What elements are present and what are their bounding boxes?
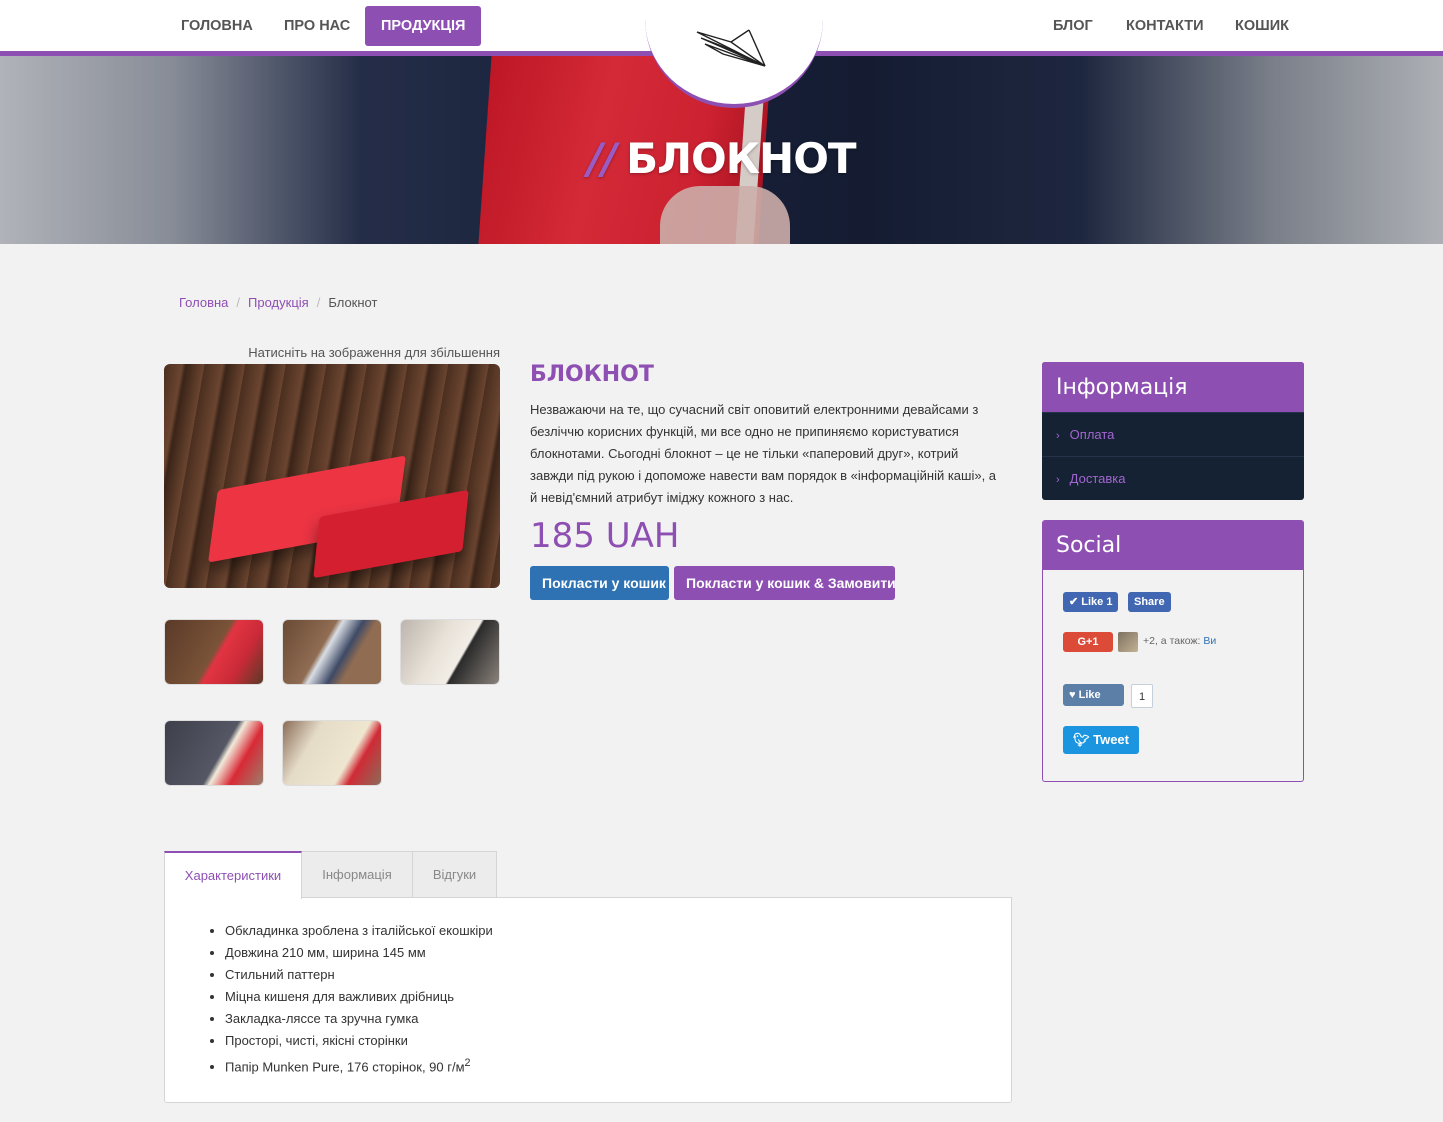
tab-information[interactable]: Інформація [301, 851, 413, 898]
google-plus-you-link[interactable]: Ви [1203, 635, 1216, 647]
product-title: БЛОКНОТ [530, 362, 654, 387]
heart-icon: ♥ [1069, 689, 1079, 701]
breadcrumb-products[interactable]: Продукція [248, 295, 309, 310]
main-product-image[interactable] [164, 364, 500, 588]
tab-reviews[interactable]: Відгуки [412, 851, 497, 898]
thumbnail-5[interactable] [282, 720, 382, 786]
info-panel: Інформація › Оплата › Доставка [1042, 362, 1304, 500]
thumbnail-4[interactable] [164, 720, 264, 786]
vk-like-button[interactable]: ♥ Like [1063, 684, 1124, 706]
product-description: Незважаючи на те, що сучасний світ опови… [530, 402, 997, 505]
feature-text: Папір Munken Pure, 176 сторінок, 90 г/м [225, 1059, 465, 1075]
google-plus-text: +2, а також: Ви [1143, 635, 1216, 647]
breadcrumb-separator: / [236, 295, 241, 310]
google-plus-count: +2, а також: [1143, 635, 1201, 647]
facebook-like-label: Like 1 [1081, 596, 1113, 608]
social-panel-title: Social [1043, 520, 1303, 570]
nav-home[interactable]: ГОЛОВНА [165, 6, 269, 46]
hero-title-slash: // [587, 134, 617, 183]
info-link-payment[interactable]: › Оплата [1042, 412, 1304, 456]
breadcrumb-home[interactable]: Головна [179, 295, 228, 310]
product-price: 185 UAH [530, 516, 680, 556]
list-item: Міцна кишеня для важливих дрібниць [225, 986, 1011, 1008]
thumbnail-3[interactable] [400, 619, 500, 685]
nav-blog[interactable]: БЛОГ [1037, 6, 1109, 46]
nav-about[interactable]: ПРО НАС [268, 6, 366, 46]
list-item: Стильний паттерн [225, 964, 1011, 986]
tweet-label: Tweet [1093, 732, 1129, 747]
nav-products[interactable]: ПРОДУКЦІЯ [365, 6, 482, 46]
list-item: Довжина 210 мм, ширина 145 мм [225, 942, 1011, 964]
facebook-share-button[interactable]: Share [1128, 592, 1171, 612]
chevron-right-icon: › [1056, 430, 1060, 442]
twitter-bird-icon: 🐦︎ [1072, 732, 1094, 747]
add-to-cart-button[interactable]: Покласти у кошик [530, 566, 669, 600]
vk-like-label: Like [1078, 689, 1101, 701]
social-panel: Social ✔ Like 1 Share G+1 +2, а також: В… [1042, 520, 1304, 782]
list-item: Просторі, чисті, якісні сторінки [225, 1030, 1011, 1052]
feature-superscript: 2 [464, 1057, 471, 1069]
paper-plane-logo-icon [696, 29, 766, 67]
facebook-like-button[interactable]: ✔ Like 1 [1063, 592, 1119, 612]
tweet-button[interactable]: 🐦︎ Tweet [1063, 726, 1139, 754]
hero-title-text: БЛОКНОТ [626, 134, 856, 183]
zoom-hint: Натисніть на зображення для збільшення [248, 345, 500, 360]
vk-like-count: 1 [1131, 684, 1153, 708]
info-link-label: Доставка [1069, 471, 1126, 486]
avatar [1118, 632, 1138, 652]
breadcrumb-current: Блокнот [328, 295, 378, 310]
info-link-delivery[interactable]: › Доставка [1042, 456, 1304, 500]
list-item: Обкладинка зроблена з італійської екошкі… [225, 920, 1011, 942]
chevron-right-icon: › [1056, 474, 1060, 486]
info-panel-title: Інформація [1042, 362, 1304, 412]
nav-cart[interactable]: КОШИК [1219, 6, 1305, 46]
thumbnail-1[interactable] [164, 619, 264, 685]
checkmark-icon: ✔ [1069, 596, 1082, 608]
feature-list: Обкладинка зроблена з італійської екошкі… [225, 920, 1011, 1074]
list-item: Папір Munken Pure, 176 сторінок, 90 г/м2 [225, 1052, 1011, 1074]
tab-content-characteristics: Обкладинка зроблена з італійської екошкі… [164, 897, 1012, 1103]
nav-contacts[interactable]: КОНТАКТИ [1110, 6, 1220, 46]
tab-characteristics[interactable]: Характеристики [164, 851, 302, 899]
google-plus-button[interactable]: G+1 [1063, 632, 1113, 652]
breadcrumb-separator: / [316, 295, 321, 310]
thumbnail-2[interactable] [282, 619, 382, 685]
add-and-order-button[interactable]: Покласти у кошик & Замовити [674, 566, 896, 600]
hero-title: //БЛОКНОТ [0, 134, 1443, 183]
list-item: Закладка-ляссе та зручна гумка [225, 1008, 1011, 1030]
breadcrumb: Головна / Продукція / Блокнот [179, 295, 377, 310]
info-link-label: Оплата [1069, 427, 1115, 442]
